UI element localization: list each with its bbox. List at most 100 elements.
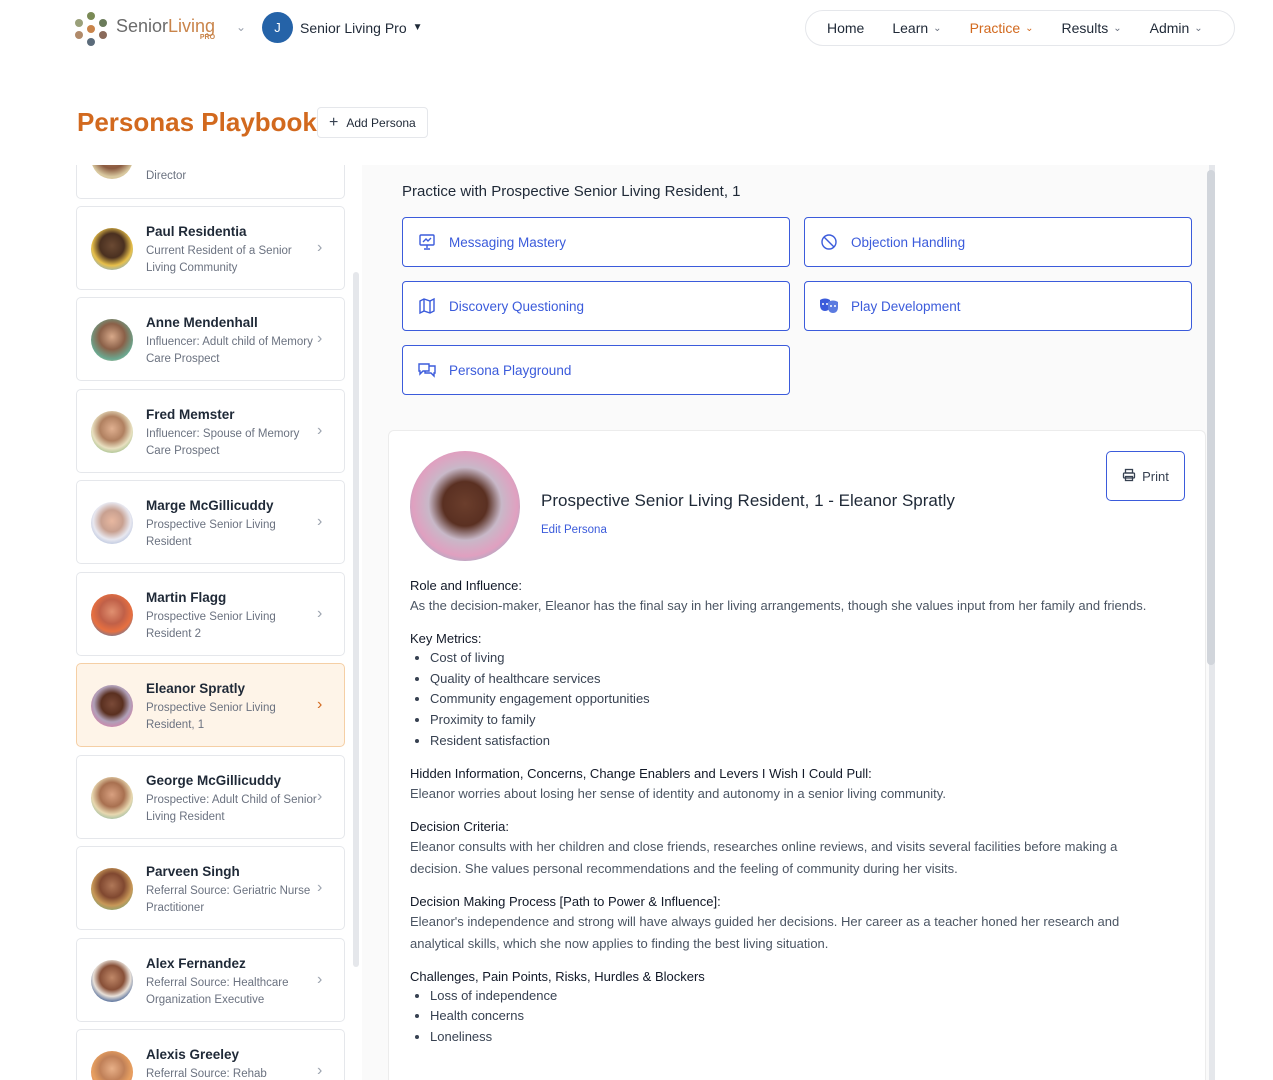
map-icon [417,296,437,316]
chevron-right-icon: › [317,1062,323,1079]
presentation-icon [417,232,437,252]
persona-playground-button[interactable]: Persona Playground [402,345,790,395]
persona-name: Eleanor Spratly [146,681,246,696]
persona-content: Role and Influence: As the decision-make… [410,578,1170,1048]
logo-text-a: Senior [116,16,169,36]
persona-role: Prospective Senior Living Resident [146,519,276,548]
org-name: Senior Living Pro [300,19,407,36]
persona-card[interactable]: Director [76,165,345,199]
print-button[interactable]: Print [1106,451,1185,501]
section-list: Loss of independence Health concerns Lon… [410,986,1170,1048]
persona-name: Alex Fernandez [146,956,246,971]
chevron-right-icon: › [317,971,323,988]
chevron-down-icon: ⌄ [1194,22,1203,34]
section-text: Eleanor worries about losing her sense o… [410,785,946,801]
main-scrollbar-thumb[interactable] [1207,170,1215,665]
persona-avatar [410,451,520,561]
chevron-down-icon: ⌄ [1113,22,1122,34]
chevron-right-icon: › [317,879,323,896]
nav-home[interactable]: Home [827,20,864,36]
logo-icon [74,12,108,46]
add-persona-button[interactable]: + Add Persona [317,107,428,138]
section-heading: Role and Influence: [410,578,523,593]
persona-card[interactable]: George McGillicuddy Prospective: Adult C… [76,755,345,839]
button-label: Persona Playground [449,362,572,378]
persona-role: Referral Source: Healthcare Organization… [146,977,289,1006]
section-heading: Decision Criteria: [410,818,509,834]
persona-card[interactable]: Paul Residentia Current Resident of a Se… [76,206,345,290]
persona-name: Paul Residentia [146,224,247,239]
nav-label: Home [827,20,865,36]
plus-icon: + [329,113,339,131]
chevron-right-icon: › [317,422,323,439]
persona-card[interactable]: Martin Flagg Prospective Senior Living R… [76,572,345,656]
nav-label: Results [1061,20,1109,36]
nav-admin[interactable]: Admin ⌄ [1150,20,1203,36]
objection-handling-button[interactable]: Objection Handling [804,217,1192,267]
avatar [91,594,133,636]
persona-card[interactable]: Alex Fernandez Referral Source: Healthca… [76,938,345,1022]
edit-persona-link[interactable]: Edit Persona [541,524,607,536]
persona-card[interactable]: Parveen Singh Referral Source: Geriatric… [76,846,345,930]
chevron-down-icon[interactable]: ⌄ [236,20,246,34]
persona-role: Current Resident of a Senior Living Comm… [146,245,292,274]
persona-name: George McGillicuddy [146,773,282,788]
persona-card-active[interactable]: Eleanor Spratly Prospective Senior Livin… [76,663,345,747]
list-scrollbar[interactable] [353,272,359,967]
chevron-down-icon: ⌄ [1025,22,1034,34]
list-item: Loneliness [430,1027,1170,1048]
messaging-mastery-button[interactable]: Messaging Mastery [402,217,790,267]
persona-detail-card: Prospective Senior Living Resident, 1 - … [388,430,1206,1080]
section-text: Eleanor's independence and strong will h… [410,913,1120,951]
logo[interactable]: SeniorLiving PRO [74,12,215,46]
chevron-right-icon: › [317,696,323,713]
section-text: As the decision-maker, Eleanor has the f… [410,598,1147,613]
printer-icon [1122,468,1136,485]
avatar [91,228,133,270]
caret-down-icon: ▼ [412,22,423,33]
nav-learn[interactable]: Learn ⌄ [892,20,941,36]
avatar [91,777,133,819]
section-heading: Key Metrics: [410,631,482,646]
avatar [91,960,133,1002]
list-item: Loss of independence [430,986,1170,1007]
section-list: Cost of living Quality of healthcare ser… [410,648,1170,752]
persona-role: Influencer: Spouse of Memory Care Prospe… [146,428,300,457]
list-item: Resident satisfaction [430,731,1170,752]
org-switcher[interactable]: J Senior Living Pro ▼ [262,12,423,43]
list-item: Health concerns [430,1006,1170,1027]
persona-card[interactable]: Marge McGillicuddy Prospective Senior Li… [76,480,345,564]
avatar [91,685,133,727]
button-label: Objection Handling [851,234,966,250]
nav-label: Practice [969,20,1021,36]
section-heading: Challenges, Pain Points, Risks, Hurdles … [410,968,705,984]
persona-role: Referral Source: Rehab [146,1068,267,1080]
play-development-button[interactable]: Play Development [804,281,1192,331]
persona-name: Anne Mendenhall [146,315,258,330]
chat-bubbles-icon [417,360,437,380]
chevron-down-icon: ⌄ [933,22,942,34]
discovery-questioning-button[interactable]: Discovery Questioning [402,281,790,331]
nav-practice[interactable]: Practice ⌄ [970,20,1034,36]
persona-name: Marge McGillicuddy [146,498,274,513]
org-avatar: J [262,12,293,43]
main-nav: Home Learn ⌄ Practice ⌄ Results ⌄ Admin ⌄ [805,10,1235,46]
list-item: Proximity to family [430,710,1170,731]
button-label: Discovery Questioning [449,298,585,314]
persona-card[interactable]: Alexis Greeley Referral Source: Rehab › [76,1029,345,1080]
persona-role: Prospective Senior Living Resident, 1 [146,702,276,731]
persona-role: Prospective: Adult Child of Senior Livin… [146,794,317,823]
persona-card[interactable]: Fred Memster Influencer: Spouse of Memor… [76,389,345,473]
persona-role: Referral Source: Geriatric Nurse Practit… [146,885,311,914]
chevron-right-icon: › [317,788,323,805]
nav-results[interactable]: Results ⌄ [1062,20,1122,36]
main-panel: Practice with Prospective Senior Living … [362,165,1212,1080]
list-item: Community engagement opportunities [430,689,1170,710]
persona-card[interactable]: Anne Mendenhall Influencer: Adult child … [76,297,345,381]
persona-role: Prospective Senior Living Resident 2 [146,611,276,640]
persona-name: Alexis Greeley [146,1047,240,1062]
persona-list: Director Paul Residentia Current Residen… [76,165,346,1080]
section-heading: Decision Making Process [Path to Power &… [410,893,721,909]
button-label: Messaging Mastery [449,234,567,250]
chevron-right-icon: › [317,330,323,347]
